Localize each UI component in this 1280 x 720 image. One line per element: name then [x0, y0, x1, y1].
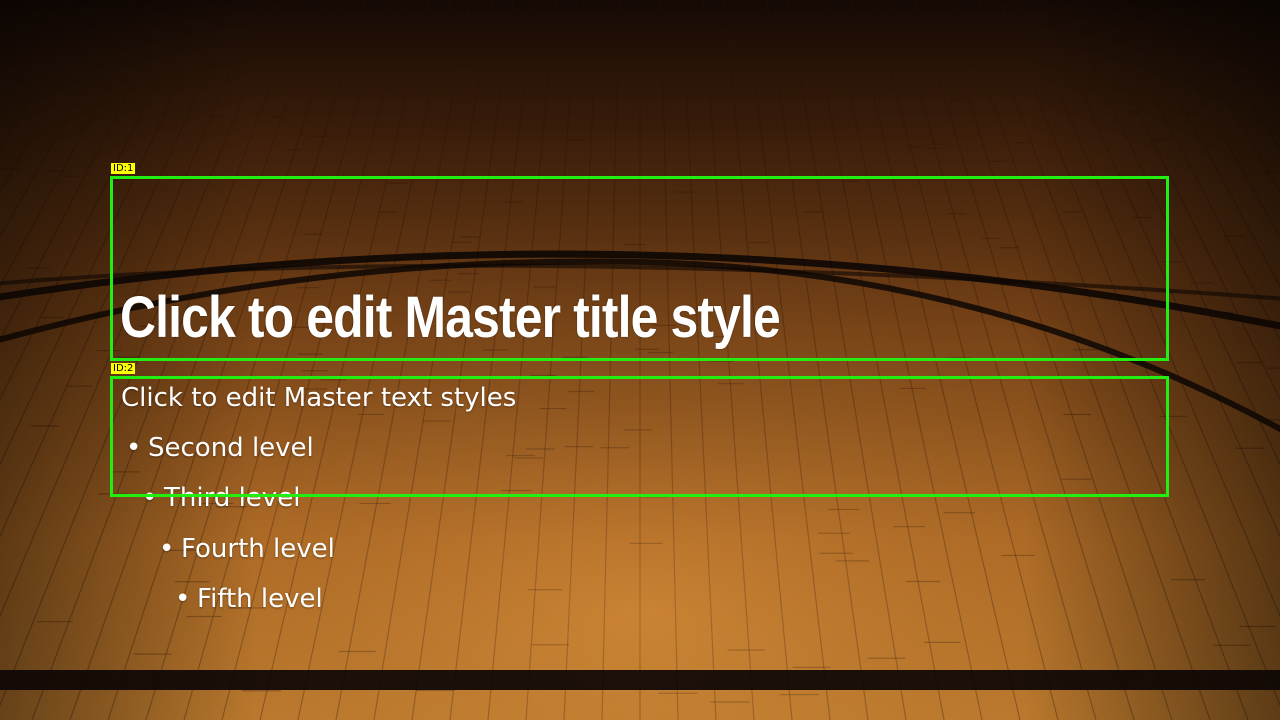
body-text-level-3[interactable]: • Third level — [142, 481, 300, 515]
title-id-tag: ID:1 — [111, 163, 136, 174]
body-text-level-1[interactable]: Click to edit Master text styles — [121, 381, 516, 415]
body-id-tag: ID:2 — [111, 363, 136, 374]
level-label: Second level — [148, 433, 314, 463]
bullet-icon: • — [159, 534, 175, 564]
level-label: Fourth level — [181, 534, 335, 564]
body-text-level-4[interactable]: • Fourth level — [159, 532, 335, 566]
level-label: Fifth level — [197, 584, 323, 614]
bullet-icon: • — [142, 483, 158, 513]
slide-canvas: Click to edit Master title style Click t… — [0, 0, 1280, 720]
bullet-icon: • — [126, 433, 142, 463]
slide-title[interactable]: Click to edit Master title style — [120, 280, 781, 356]
bullet-icon: • — [175, 584, 191, 614]
body-text-level-2[interactable]: • Second level — [126, 431, 314, 465]
level-label: Third level — [164, 483, 301, 513]
body-text-level-5[interactable]: • Fifth level — [175, 582, 323, 616]
